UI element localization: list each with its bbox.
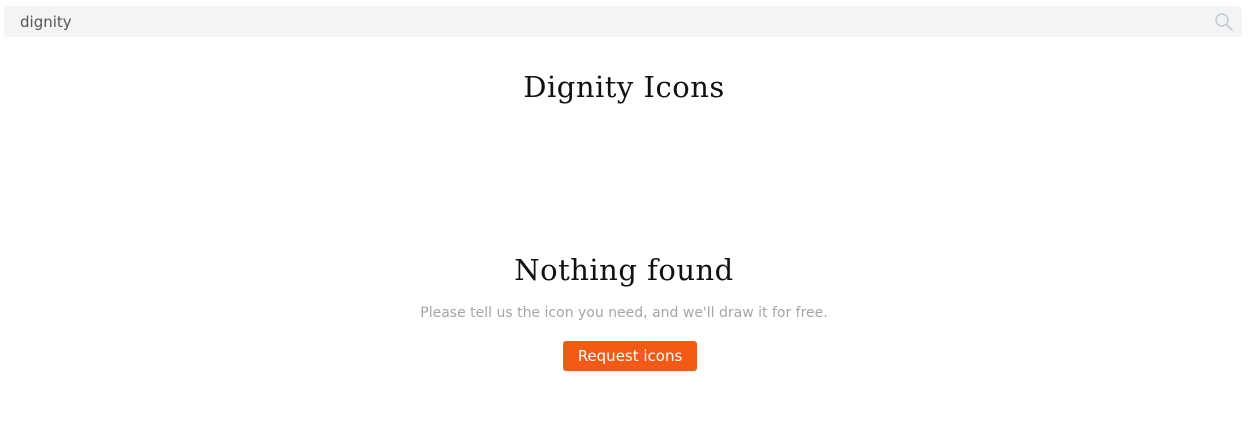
search-bar: [4, 6, 1242, 37]
request-icons-button[interactable]: Request icons: [563, 341, 697, 371]
search-icon[interactable]: [1214, 12, 1234, 32]
empty-state-subtitle: Please tell us the icon you need, and we…: [420, 305, 828, 321]
empty-state-title: Nothing found: [514, 253, 734, 287]
page-title: Dignity Icons: [523, 70, 725, 104]
search-input[interactable]: [4, 6, 1204, 37]
